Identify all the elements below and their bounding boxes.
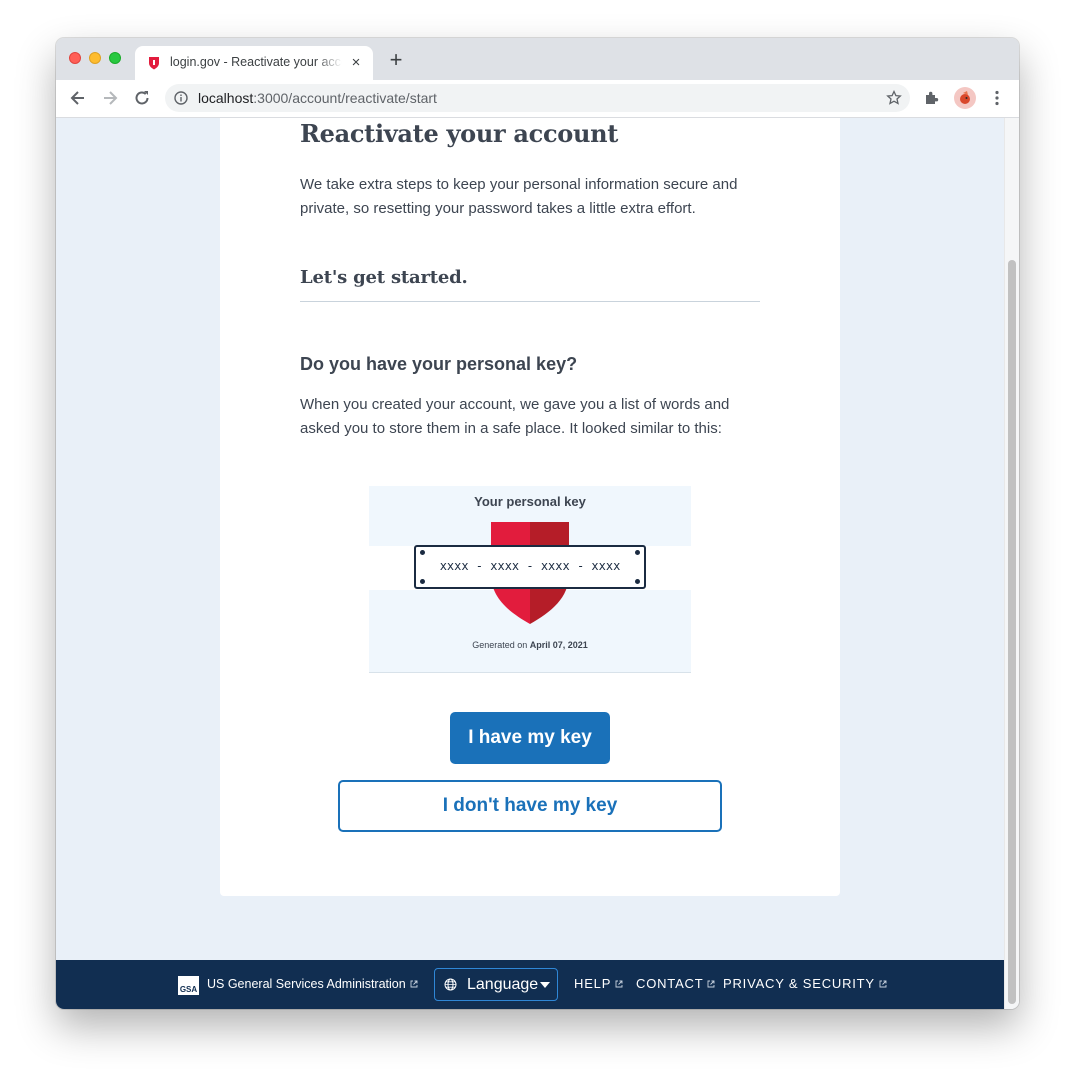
minimize-window-button[interactable] (89, 52, 101, 64)
browser-menu-kebab-icon[interactable] (987, 88, 1007, 108)
help-link-label: HELP (574, 976, 612, 991)
tab-strip: login.gov - Reactivate your account × + (56, 38, 1019, 80)
external-link-icon (879, 980, 887, 988)
plate-screw-icon (635, 550, 640, 555)
url-path: :3000/account/reactivate/start (253, 90, 437, 106)
personal-key-illustration: Your personal key xxxx - xxxx - xxxx - x… (369, 486, 691, 673)
extensions-puzzle-icon[interactable] (922, 88, 942, 108)
contact-link-label: CONTACT (636, 976, 704, 991)
browser-window: login.gov - Reactivate your account × + … (56, 38, 1019, 1009)
close-tab-icon[interactable]: × (348, 55, 364, 71)
personal-key-heading: Your personal key (474, 494, 586, 509)
have-key-button[interactable]: I have my key (450, 712, 610, 764)
section-divider (300, 301, 760, 302)
chevron-down-icon (540, 982, 550, 988)
browser-toolbar: localhost:3000/account/reactivate/start (56, 80, 1019, 118)
scrollbar-thumb[interactable] (1008, 260, 1016, 1004)
plate-screw-icon (420, 579, 425, 584)
dont-have-key-button[interactable]: I don't have my key (338, 780, 722, 832)
generated-date-line: Generated on April 07, 2021 (369, 640, 691, 650)
reload-icon[interactable] (132, 88, 152, 108)
generated-date: April 07, 2021 (529, 640, 588, 650)
question-heading: Do you have your personal key? (300, 354, 578, 374)
external-link-icon (708, 980, 715, 988)
profile-avatar-icon (960, 91, 970, 104)
forward-arrow-icon[interactable] (100, 88, 120, 108)
contact-link[interactable]: CONTACT (636, 976, 715, 991)
tab-active[interactable]: login.gov - Reactivate your account × (135, 46, 373, 80)
generated-prefix: Generated on (472, 640, 528, 650)
language-label: Language (467, 976, 539, 993)
language-dropdown[interactable]: Language (434, 968, 558, 1001)
intro-text: We take extra steps to keep your persona… (300, 176, 738, 217)
close-window-button[interactable] (69, 52, 81, 64)
privacy-link-label: PRIVACY & SECURITY (723, 976, 875, 991)
login-gov-favicon-icon (149, 57, 159, 70)
maximize-window-button[interactable] (109, 52, 121, 64)
external-link-icon (410, 980, 418, 988)
site-info-icon[interactable] (174, 91, 188, 105)
personal-key-plate: xxxx - xxxx - xxxx - xxxx (414, 545, 646, 589)
address-bar[interactable]: localhost:3000/account/reactivate/start (165, 84, 910, 112)
personal-key-code: xxxx - xxxx - xxxx - xxxx (439, 559, 621, 573)
tab-title: login.gov - Reactivate your account (170, 55, 342, 69)
gsa-logo: GSA (178, 976, 199, 995)
privacy-security-link[interactable]: PRIVACY & SECURITY (723, 976, 887, 991)
explanation-text: When you created your account, we gave y… (300, 396, 730, 437)
plate-screw-icon (635, 579, 640, 584)
url-text: localhost:3000/account/reactivate/start (198, 90, 437, 106)
page-viewport: Reactivate your account We take extra st… (56, 118, 1019, 1009)
globe-icon (444, 978, 457, 991)
back-arrow-icon[interactable] (68, 88, 88, 108)
external-link-icon (615, 980, 623, 988)
new-tab-button[interactable]: + (386, 49, 406, 71)
gsa-link[interactable]: US General Services Administration (207, 977, 418, 991)
bookmark-star-icon[interactable] (886, 90, 902, 106)
url-host: localhost (198, 90, 254, 106)
content-card: Reactivate your account We take extra st… (220, 118, 840, 896)
plate-screw-icon (420, 550, 425, 555)
section-heading: Let's get started. (300, 267, 468, 288)
page-title: Reactivate your account (300, 119, 619, 148)
help-link[interactable]: HELP (574, 976, 623, 991)
gsa-link-label: US General Services Administration (207, 977, 406, 991)
site-footer: GSA US General Services Administration L… (56, 960, 1004, 1009)
profile-avatar[interactable] (954, 87, 976, 109)
